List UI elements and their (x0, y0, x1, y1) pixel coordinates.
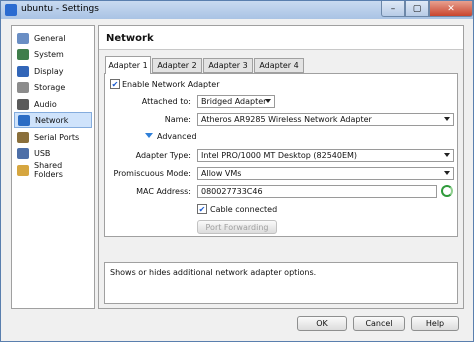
adapter-name-select[interactable]: Atheros AR9285 Wireless Network Adapter (197, 113, 454, 126)
advanced-toggle-icon[interactable] (145, 133, 153, 138)
sidebar-item-label: Serial Ports (34, 132, 80, 142)
shared-folder-icon (17, 164, 29, 176)
promiscuous-mode-value: Allow VMs (201, 169, 242, 178)
usb-icon (17, 147, 29, 159)
adapter-name-value: Atheros AR9285 Wireless Network Adapter (201, 115, 372, 124)
maximize-button[interactable]: ▢ (405, 1, 429, 17)
help-button[interactable]: Help (411, 316, 459, 331)
title-bar: ubuntu - Settings – ▢ ✕ (1, 1, 473, 19)
chevron-down-icon (265, 99, 271, 103)
sidebar-item-label: Storage (34, 82, 66, 92)
cancel-button[interactable]: Cancel (353, 316, 405, 331)
adapter-type-select[interactable]: Intel PRO/1000 MT Desktop (82540EM) (197, 149, 454, 162)
advanced-toggle[interactable]: Advanced (157, 132, 197, 141)
panel-header: Network (99, 26, 463, 50)
adapter-type-label: Adapter Type: (135, 151, 191, 160)
settings-window: ubuntu - Settings – ▢ ✕ General System D… (0, 0, 474, 342)
ok-button[interactable]: OK (297, 316, 347, 331)
tab-adapter-4[interactable]: Adapter 4 (254, 58, 304, 73)
close-button[interactable]: ✕ (429, 1, 473, 17)
minimize-button[interactable]: – (381, 1, 405, 17)
sidebar-item-label: Display (34, 66, 64, 76)
help-info-text: Shows or hides additional network adapte… (110, 268, 317, 277)
sidebar-item-label: General (34, 33, 66, 43)
audio-icon (17, 98, 29, 110)
network-icon (18, 114, 30, 126)
cable-connected-label: Cable connected (210, 205, 278, 214)
tab-adapter-2[interactable]: Adapter 2 (152, 58, 202, 73)
sidebar-item-general[interactable]: General (14, 30, 92, 46)
system-icon (17, 48, 29, 60)
refresh-icon[interactable] (441, 185, 453, 197)
promiscuous-mode-label: Promiscuous Mode: (113, 169, 191, 178)
chevron-down-icon (444, 153, 450, 157)
enable-adapter-checkbox[interactable]: ✔ (110, 79, 120, 89)
attached-to-select[interactable]: Bridged Adapter (197, 95, 275, 108)
sidebar-item-shared-folders[interactable]: Shared Folders (14, 161, 92, 179)
storage-icon (17, 81, 29, 93)
attached-to-value: Bridged Adapter (201, 97, 267, 106)
sidebar-item-label: Shared Folders (34, 161, 63, 179)
chevron-down-icon (444, 117, 450, 121)
settings-panel: Network Adapter 1 Adapter 2 Adapter 3 Ad… (98, 25, 464, 309)
tab-adapter-1[interactable]: Adapter 1 (105, 56, 151, 74)
adapter-type-value: Intel PRO/1000 MT Desktop (82540EM) (201, 151, 358, 160)
help-info-box: Shows or hides additional network adapte… (104, 262, 458, 304)
sidebar-item-label: Network (35, 115, 69, 125)
settings-sidebar: General System Display Storage Audio Net… (11, 25, 95, 309)
promiscuous-mode-select[interactable]: Allow VMs (197, 167, 454, 180)
adapter-tab-page: ✔ Enable Network Adapter Attached to: Br… (104, 73, 458, 237)
chevron-down-icon (444, 171, 450, 175)
page-title: Network (106, 33, 154, 44)
sidebar-item-serial-ports[interactable]: Serial Ports (14, 129, 92, 145)
tab-adapter-3[interactable]: Adapter 3 (203, 58, 253, 73)
port-forwarding-button[interactable]: Port Forwarding (197, 220, 277, 234)
enable-adapter-label: Enable Network Adapter (122, 80, 220, 89)
sidebar-item-storage[interactable]: Storage (14, 79, 92, 95)
mac-address-value: 080027733C46 (201, 187, 263, 196)
sidebar-item-label: USB (34, 148, 51, 158)
virtualbox-icon (5, 4, 17, 16)
name-label: Name: (164, 115, 191, 124)
display-icon (17, 65, 29, 77)
serial-port-icon (17, 131, 29, 143)
general-icon (17, 32, 29, 44)
sidebar-item-display[interactable]: Display (14, 63, 92, 79)
sidebar-item-usb[interactable]: USB (14, 145, 92, 161)
sidebar-item-audio[interactable]: Audio (14, 96, 92, 112)
sidebar-item-network[interactable]: Network (14, 112, 92, 128)
window-title: ubuntu - Settings (21, 4, 99, 14)
mac-address-field[interactable]: 080027733C46 (197, 185, 437, 198)
sidebar-item-label: Audio (34, 99, 57, 109)
cable-connected-checkbox[interactable]: ✔ (197, 204, 207, 214)
sidebar-item-label: System (34, 49, 64, 59)
attached-to-label: Attached to: (141, 97, 191, 106)
mac-address-label: MAC Address: (136, 187, 191, 196)
sidebar-item-system[interactable]: System (14, 46, 92, 62)
